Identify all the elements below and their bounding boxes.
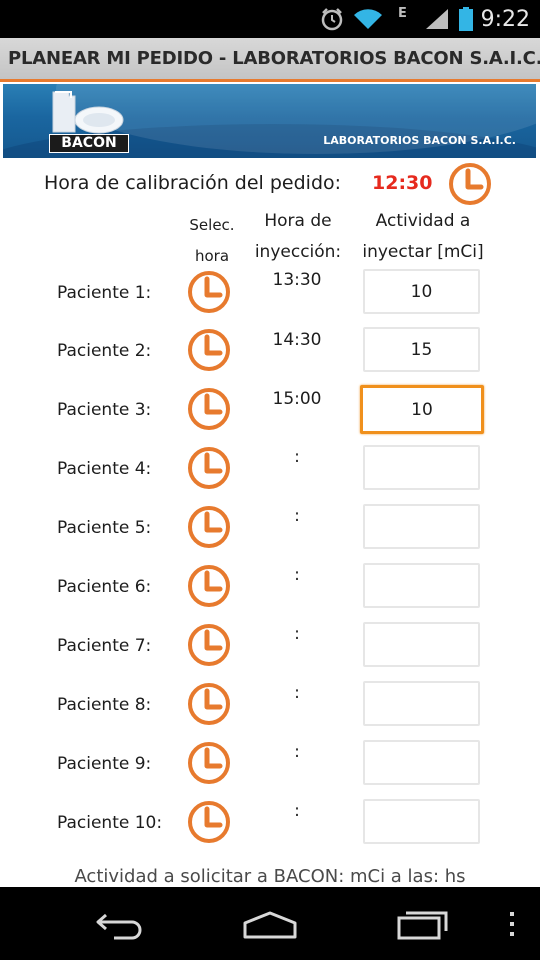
system-nav-bar (0, 887, 540, 960)
patient-5-label: Paciente 5: (57, 518, 152, 538)
logo-text: BACON (49, 134, 129, 153)
patient-3-clock-icon[interactable] (186, 386, 232, 436)
patient-2-time: 14:30 (272, 330, 322, 350)
patient-1-activity-input[interactable]: 10 (363, 269, 480, 314)
app-title-bar: PLANEAR MI PEDIDO - LABORATORIOS BACON S… (0, 38, 540, 82)
calibration-label: Hora de calibración del pedido: (44, 172, 342, 194)
network-type: E (398, 5, 407, 21)
bacon-logo: BACON (47, 88, 131, 153)
calibration-clock-icon[interactable] (447, 161, 493, 211)
home-icon[interactable] (240, 901, 300, 947)
alarm-icon (318, 0, 346, 38)
status-bar: E 9:22 (0, 0, 540, 38)
patient-10-label: Paciente 10: (57, 813, 163, 833)
patient-8-clock-icon[interactable] (186, 681, 232, 731)
patient-6-clock-icon[interactable] (186, 563, 232, 613)
patient-7-time: : (294, 624, 300, 644)
patient-2-label: Paciente 2: (57, 341, 152, 361)
patient-1-time: 13:30 (272, 270, 322, 290)
header-select-time: Selec. hora (189, 216, 235, 265)
patient-9-activity-input[interactable] (363, 740, 480, 785)
order-summary-text: Actividad a solicitar a BACON: mCi a las… (74, 866, 466, 887)
patient-6-time: : (294, 565, 300, 585)
patient-4-label: Paciente 4: (57, 459, 152, 479)
patient-7-activity-input[interactable] (363, 622, 480, 667)
patient-4-clock-icon[interactable] (186, 445, 232, 495)
patient-4-time: : (294, 447, 300, 467)
patient-5-clock-icon[interactable] (186, 504, 232, 554)
patient-7-clock-icon[interactable] (186, 622, 232, 672)
patient-8-time: : (294, 683, 300, 703)
status-time: 9:22 (480, 6, 530, 32)
patient-9-time: : (294, 742, 300, 762)
patient-2-activity-input[interactable]: 15 (363, 327, 480, 372)
banner-company-name: LABORATORIOS BACON S.A.I.C. (323, 134, 516, 147)
recent-apps-icon[interactable] (392, 901, 452, 947)
calibration-time: 12:30 (372, 172, 433, 194)
patient-9-label: Paciente 9: (57, 754, 152, 774)
patient-5-time: : (294, 506, 300, 526)
back-icon[interactable] (90, 901, 150, 947)
patient-1-clock-icon[interactable] (186, 269, 232, 319)
patient-9-clock-icon[interactable] (186, 740, 232, 790)
signal-icon (424, 0, 450, 38)
patient-3-activity-input[interactable]: 10 (360, 385, 484, 434)
header-injection-time: Hora de inyección: (254, 211, 342, 262)
patient-5-activity-input[interactable] (363, 504, 480, 549)
patient-10-clock-icon[interactable] (186, 799, 232, 849)
wifi-icon (352, 0, 384, 38)
company-banner: BACON LABORATORIOS BACON S.A.I.C. (3, 84, 536, 158)
patient-4-activity-input[interactable] (363, 445, 480, 490)
patient-6-activity-input[interactable] (363, 563, 480, 608)
patient-7-label: Paciente 7: (57, 636, 152, 656)
patient-6-label: Paciente 6: (57, 577, 152, 597)
patient-8-label: Paciente 8: (57, 695, 152, 715)
patient-3-label: Paciente 3: (57, 400, 152, 420)
header-activity: Actividad a inyectar [mCi] (362, 211, 484, 262)
app-title: PLANEAR MI PEDIDO - LABORATORIOS BACON S… (8, 48, 540, 69)
patient-1-label: Paciente 1: (57, 283, 152, 303)
patient-3-time: 15:00 (272, 389, 322, 409)
battery-icon (458, 0, 474, 38)
patient-10-activity-input[interactable] (363, 799, 480, 844)
menu-icon[interactable] (482, 901, 540, 947)
patient-8-activity-input[interactable] (363, 681, 480, 726)
patient-2-clock-icon[interactable] (186, 327, 232, 377)
patient-10-time: : (294, 801, 300, 821)
